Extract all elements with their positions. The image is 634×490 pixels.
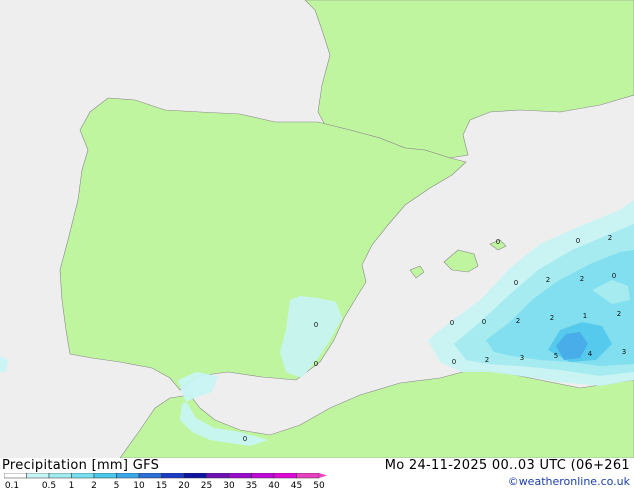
legend-label: 0.5 (42, 481, 56, 490)
legend-swatch (116, 473, 140, 479)
legend-swatch (183, 473, 207, 479)
model-name: GFS (132, 458, 160, 473)
map-value: 0 (496, 238, 500, 246)
legend-label: 25 (201, 481, 212, 490)
legend-label: 1 (69, 481, 75, 490)
precip-legend: 0.1 0.5 1 2 5 10 15 20 25 30 35 40 45 50 (4, 473, 327, 490)
legend-label: 15 (156, 481, 167, 490)
map-value: 4 (588, 350, 593, 358)
map-value: 2 (580, 275, 584, 283)
legend-label: 0.1 (5, 481, 19, 490)
legend-arrow (319, 473, 327, 478)
legend-label: 2 (91, 481, 97, 490)
map-value: 0 (314, 321, 318, 329)
legend-label: 50 (313, 481, 325, 490)
legend-swatch (4, 473, 27, 479)
legend-label: 10 (133, 481, 145, 490)
title-text: Precipitation [mm] (2, 458, 129, 473)
map-value: 0 (314, 360, 318, 368)
legend-label: 5 (114, 481, 120, 490)
legend-swatch (48, 473, 72, 479)
legend-swatch (206, 473, 230, 479)
map-value: 0 (514, 279, 518, 287)
legend-swatch (273, 473, 297, 479)
map-value: 0 (450, 319, 454, 327)
map-value: 0 (243, 435, 247, 443)
map-value: 3 (520, 354, 524, 362)
legend-swatch (26, 473, 50, 479)
map-value: 1 (583, 312, 587, 320)
map-value: 2 (546, 276, 550, 284)
map-value: 2 (608, 234, 612, 242)
map-value: 0 (612, 272, 616, 280)
legend-swatch (296, 473, 320, 479)
legend-swatch (138, 473, 162, 479)
legend-label: 35 (246, 481, 257, 490)
map-footer: Precipitation [mm] GFS Mo 24-11-2025 00.… (0, 458, 634, 490)
map-value: 0 (482, 318, 486, 326)
legend-swatch (251, 473, 275, 479)
map-value: 2 (617, 310, 621, 318)
legend-swatch (71, 473, 95, 479)
legend-swatch (228, 473, 252, 479)
map-value: 0 (576, 237, 580, 245)
map-value: 0 (452, 358, 456, 366)
legend-label: 45 (291, 481, 302, 490)
precipitation-map: 0 2 0 2 2 0 0 0 2 2 1 2 0 2 3 5 4 3 0 0 … (0, 0, 634, 458)
map-value: 2 (485, 356, 489, 364)
legend-label: 30 (223, 481, 235, 490)
legend-swatch (161, 473, 185, 479)
legend-label: 20 (178, 481, 190, 490)
credit-link[interactable]: ©weatheronline.co.uk (508, 475, 630, 488)
map-value: 2 (550, 314, 554, 322)
valid-datetime: Mo 24-11-2025 00..03 UTC (06+261 (384, 458, 630, 473)
legend-swatch (93, 473, 117, 479)
map-value: 3 (622, 348, 626, 356)
map-value: 5 (554, 352, 558, 360)
map-title: Precipitation [mm] GFS (2, 458, 159, 473)
map-value: 2 (516, 317, 520, 325)
legend-label: 40 (268, 481, 280, 490)
